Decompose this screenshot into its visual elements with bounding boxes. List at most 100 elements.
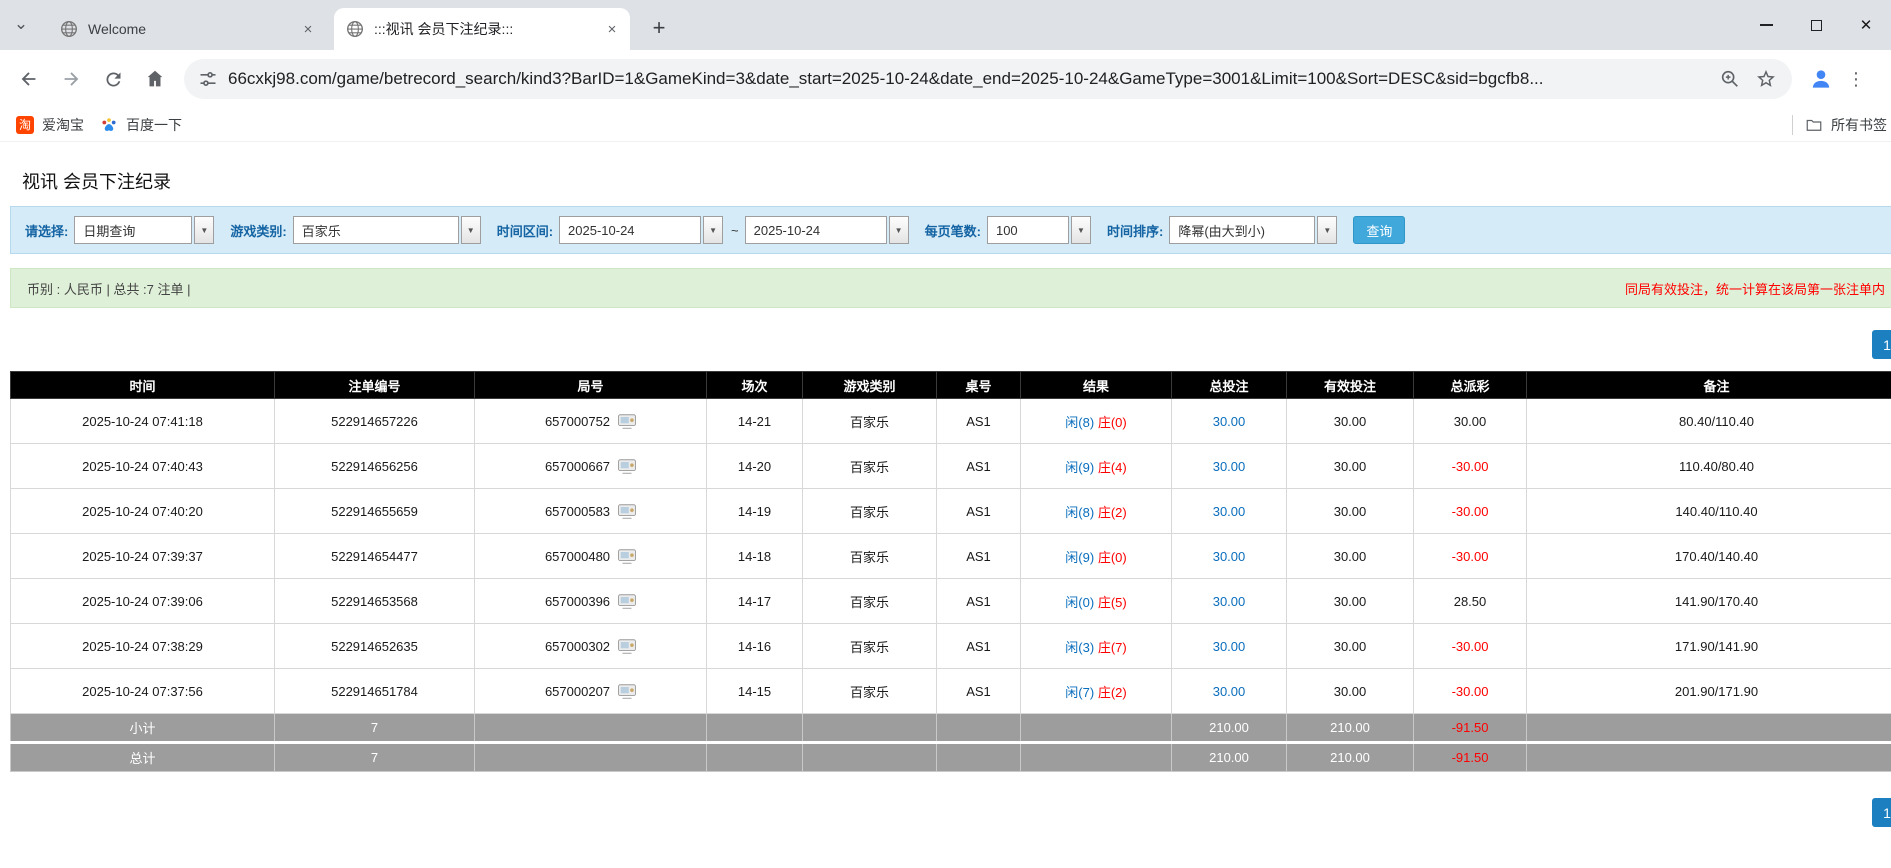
game-result-icon[interactable] xyxy=(618,639,636,654)
cell-round: 657000667 xyxy=(475,444,707,489)
dropdown-arrow-icon[interactable]: ▼ xyxy=(1071,216,1091,244)
cell-table-number: AS1 xyxy=(937,624,1021,669)
cell-session: 14-20 xyxy=(707,444,803,489)
bet-table-body: 2025-10-24 07:41:18522914657226657000752… xyxy=(11,399,1891,772)
close-button[interactable]: ✕ xyxy=(1841,0,1891,50)
all-bookmarks-button[interactable]: 所有书签 xyxy=(1792,108,1887,142)
footer-valid-bet: 210.00 xyxy=(1287,714,1414,743)
round-number: 657000207 xyxy=(545,684,610,699)
footer-payout: -91.50 xyxy=(1414,714,1527,743)
cell-total-bet[interactable]: 30.00 xyxy=(1172,534,1287,579)
footer-empty-cell xyxy=(937,714,1021,743)
table-row: 2025-10-24 07:38:29522914652635657000302… xyxy=(11,624,1891,669)
tab-close-icon[interactable]: × xyxy=(298,19,318,39)
url-text: 66cxkj98.com/game/betrecord_search/kind3… xyxy=(228,69,1706,89)
cell-note: 170.40/140.40 xyxy=(1527,534,1891,579)
game-result-icon[interactable] xyxy=(618,594,636,609)
zoom-icon[interactable] xyxy=(1718,67,1742,91)
cell-payout: -30.00 xyxy=(1414,624,1527,669)
game-type-dropdown[interactable]: 百家乐 ▼ xyxy=(293,216,481,244)
cell-result: 闲(3) 庄(7) xyxy=(1021,624,1172,669)
game-result-icon[interactable] xyxy=(618,549,636,564)
pagination-page-button[interactable]: 1 xyxy=(1872,330,1891,359)
cell-total-bet[interactable]: 30.00 xyxy=(1172,624,1287,669)
address-bar[interactable]: 66cxkj98.com/game/betrecord_search/kind3… xyxy=(184,59,1792,99)
page-size-label: 每页笔数: xyxy=(925,221,981,240)
cell-total-bet[interactable]: 30.00 xyxy=(1172,444,1287,489)
new-tab-button[interactable]: + xyxy=(644,13,674,43)
valid-bet-notice-text: 同局有效投注，统一计算在该局第一张注单内 xyxy=(1625,279,1885,298)
search-button[interactable]: 查询 xyxy=(1353,216,1405,244)
footer-empty-cell xyxy=(803,714,937,743)
select-type-dropdown[interactable]: 日期查询 ▼ xyxy=(74,216,214,244)
cell-total-bet[interactable]: 30.00 xyxy=(1172,669,1287,714)
dropdown-arrow-icon[interactable]: ▼ xyxy=(1317,216,1337,244)
dropdown-arrow-icon[interactable]: ▼ xyxy=(703,216,723,244)
dropdown-arrow-icon[interactable]: ▼ xyxy=(461,216,481,244)
minimize-button[interactable] xyxy=(1741,0,1791,50)
sort-order-dropdown[interactable]: 降幂(由大到小) ▼ xyxy=(1169,216,1337,244)
round-number: 657000667 xyxy=(545,459,610,474)
cell-total-bet[interactable]: 30.00 xyxy=(1172,579,1287,624)
pagination-page-button[interactable]: 1 xyxy=(1872,798,1891,827)
cell-valid-bet: 30.00 xyxy=(1287,669,1414,714)
footer-label: 总计 xyxy=(11,743,275,772)
table-row: 2025-10-24 07:39:37522914654477657000480… xyxy=(11,534,1891,579)
cell-total-bet[interactable]: 30.00 xyxy=(1172,399,1287,444)
date-start-value: 2025-10-24 xyxy=(559,216,701,244)
bookmark-baidu[interactable]: 百度一下 xyxy=(100,115,182,135)
tab-close-icon[interactable]: × xyxy=(602,19,622,39)
refresh-button[interactable] xyxy=(96,62,130,96)
cell-table-number: AS1 xyxy=(937,579,1021,624)
bet-table-head-row: 时间注单编号局号场次游戏类别桌号结果总投注有效投注总派彩备注 xyxy=(11,372,1891,399)
result-banker: 庄(0) xyxy=(1098,550,1127,565)
tab-welcome[interactable]: Welcome × xyxy=(48,8,326,50)
date-end-dropdown[interactable]: 2025-10-24 ▼ xyxy=(745,216,909,244)
cell-game-type: 百家乐 xyxy=(803,669,937,714)
cell-note: 80.40/110.40 xyxy=(1527,399,1891,444)
cell-session: 14-15 xyxy=(707,669,803,714)
date-start-dropdown[interactable]: 2025-10-24 ▼ xyxy=(559,216,723,244)
cell-note: 140.40/110.40 xyxy=(1527,489,1891,534)
profile-avatar-icon[interactable] xyxy=(1806,64,1836,94)
cell-payout: 28.50 xyxy=(1414,579,1527,624)
result-player: 闲(9) xyxy=(1065,460,1094,475)
result-player: 闲(0) xyxy=(1065,595,1094,610)
tab-bet-record[interactable]: :::视讯 会员下注纪录::: × xyxy=(334,8,630,50)
footer-label: 小计 xyxy=(11,714,275,743)
footer-empty-cell xyxy=(475,743,707,772)
dropdown-arrow-icon[interactable]: ▼ xyxy=(889,216,909,244)
cell-session: 14-18 xyxy=(707,534,803,579)
maximize-button[interactable] xyxy=(1791,0,1841,50)
cell-session: 14-17 xyxy=(707,579,803,624)
footer-empty-cell xyxy=(803,743,937,772)
page-size-dropdown[interactable]: 100 ▼ xyxy=(987,216,1091,244)
forward-button[interactable] xyxy=(54,62,88,96)
bookmark-label: 百度一下 xyxy=(126,115,182,135)
cell-time: 2025-10-24 07:38:29 xyxy=(11,624,275,669)
game-result-icon[interactable] xyxy=(618,414,636,429)
cell-round: 657000396 xyxy=(475,579,707,624)
all-bookmarks-label: 所有书签 xyxy=(1831,115,1887,135)
cell-total-bet[interactable]: 30.00 xyxy=(1172,489,1287,534)
site-settings-icon[interactable] xyxy=(198,69,218,89)
cell-game-type: 百家乐 xyxy=(803,579,937,624)
footer-empty-cell xyxy=(707,743,803,772)
cell-game-type: 百家乐 xyxy=(803,444,937,489)
table-row: 2025-10-24 07:37:56522914651784657000207… xyxy=(11,669,1891,714)
browser-menu-icon[interactable]: ⋮ xyxy=(1846,69,1866,90)
dropdown-arrow-icon[interactable]: ▼ xyxy=(194,216,214,244)
bookmark-star-icon[interactable] xyxy=(1754,67,1778,91)
footer-empty-cell xyxy=(475,714,707,743)
game-result-icon[interactable] xyxy=(618,504,636,519)
table-row: 2025-10-24 07:40:43522914656256657000667… xyxy=(11,444,1891,489)
date-separator: ~ xyxy=(731,223,739,238)
home-button[interactable] xyxy=(138,62,172,96)
bookmark-taobao[interactable]: 淘 爱淘宝 xyxy=(16,115,84,135)
tab-search-chevron-icon[interactable]: ⌄ xyxy=(8,12,34,36)
game-result-icon[interactable] xyxy=(618,684,636,699)
footer-empty-cell xyxy=(1527,743,1891,772)
game-result-icon[interactable] xyxy=(618,459,636,474)
back-button[interactable] xyxy=(12,62,46,96)
cell-bet-id: 522914653568 xyxy=(275,579,475,624)
